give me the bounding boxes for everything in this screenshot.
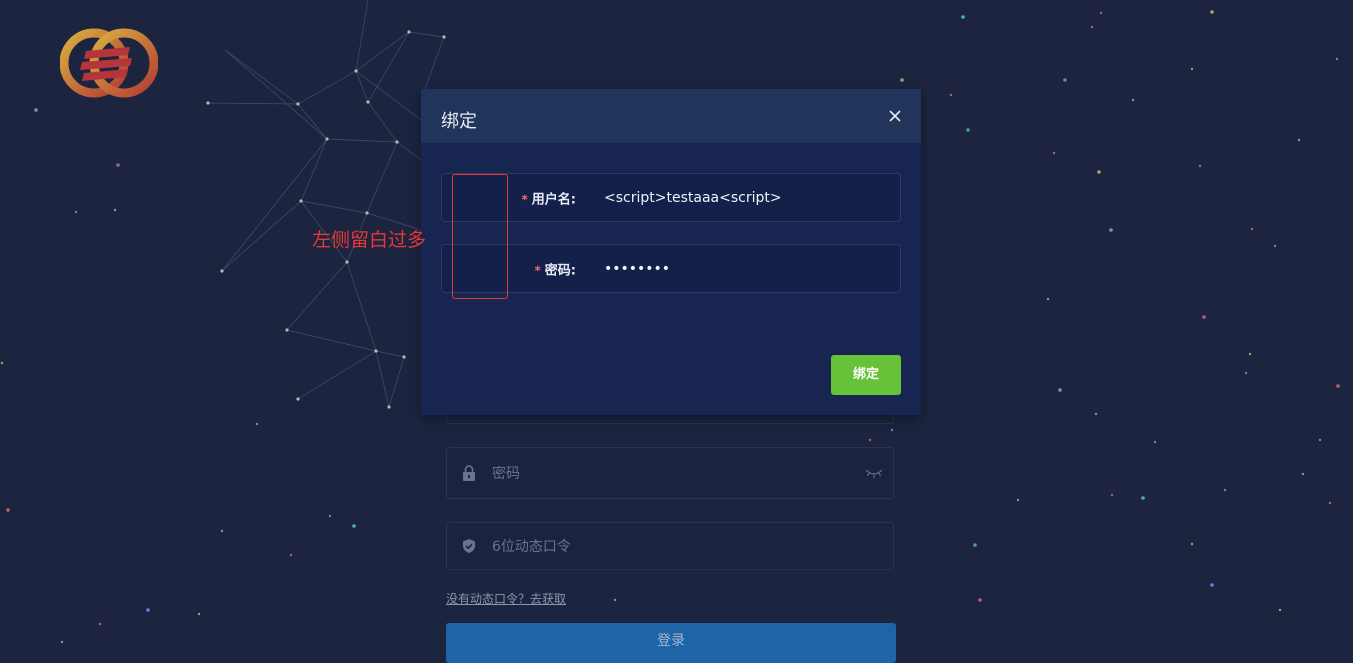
network-node xyxy=(220,269,224,273)
network-node xyxy=(387,405,391,409)
network-node xyxy=(366,100,370,104)
dialog-title: 绑定 xyxy=(441,111,477,132)
network-node xyxy=(299,199,303,203)
star xyxy=(1016,498,1020,502)
shield-check-icon xyxy=(463,539,475,553)
network-node xyxy=(407,30,411,34)
star xyxy=(1202,315,1206,319)
username-label-text: 用户名: xyxy=(531,192,576,207)
password-value[interactable]: •••••••• xyxy=(604,261,670,277)
star xyxy=(1297,138,1301,142)
company-logo xyxy=(60,28,158,98)
bind-button[interactable]: 绑定 xyxy=(831,355,901,395)
star xyxy=(1097,170,1101,174)
password-row[interactable]: * 密码: •••••••• xyxy=(441,244,901,293)
star xyxy=(34,108,38,112)
star xyxy=(900,78,904,82)
star xyxy=(1278,608,1282,612)
star xyxy=(1210,583,1214,587)
star xyxy=(1223,488,1227,492)
username-label: * 用户名: xyxy=(522,188,576,207)
close-icon[interactable] xyxy=(887,108,903,124)
star xyxy=(1058,388,1062,392)
network-node xyxy=(285,328,289,332)
network-node xyxy=(296,102,300,106)
login-button[interactable]: 登录 xyxy=(446,623,896,663)
star xyxy=(197,612,201,616)
required-mark: * xyxy=(534,263,541,277)
star xyxy=(116,163,120,167)
star xyxy=(1110,493,1114,497)
star xyxy=(1335,57,1339,61)
annotation-box xyxy=(452,174,508,299)
star xyxy=(1052,151,1056,155)
network-node xyxy=(442,35,446,39)
star xyxy=(6,508,10,512)
login-password-field[interactable]: 密码 xyxy=(446,447,894,499)
star xyxy=(1046,297,1050,301)
star xyxy=(973,543,977,547)
star xyxy=(1190,542,1194,546)
network-node xyxy=(206,101,210,105)
star xyxy=(289,553,293,557)
star xyxy=(949,93,953,97)
star xyxy=(1198,164,1202,168)
network-node xyxy=(402,355,406,359)
star xyxy=(1131,98,1135,102)
star xyxy=(1190,67,1194,71)
star xyxy=(890,428,894,432)
network-node xyxy=(365,211,369,215)
password-placeholder: 密码 xyxy=(492,466,520,482)
star xyxy=(1273,244,1277,248)
network-node xyxy=(296,397,300,401)
star xyxy=(1318,438,1322,442)
get-otp-link[interactable]: 没有动态口令？去获取 xyxy=(446,590,566,607)
star xyxy=(1153,440,1157,444)
star xyxy=(98,622,102,626)
network-node xyxy=(354,69,358,73)
star xyxy=(978,598,982,602)
star xyxy=(0,361,4,365)
star xyxy=(1250,227,1254,231)
star xyxy=(328,514,332,518)
otp-placeholder: 6位动态口令 xyxy=(492,539,571,555)
star xyxy=(1063,78,1067,82)
lock-icon xyxy=(463,465,475,481)
network-node xyxy=(345,260,349,264)
star xyxy=(1244,371,1248,375)
otp-field[interactable]: 6位动态口令 xyxy=(446,522,894,570)
star xyxy=(1210,10,1214,14)
eye-closed-icon[interactable] xyxy=(865,467,883,479)
network-node xyxy=(374,349,378,353)
star xyxy=(146,608,150,612)
star xyxy=(966,128,970,132)
star xyxy=(1328,501,1332,505)
network-lines xyxy=(207,0,445,408)
star xyxy=(1109,228,1113,232)
star xyxy=(352,524,356,528)
password-label-text: 密码: xyxy=(544,263,576,278)
star xyxy=(220,529,224,533)
username-row[interactable]: * 用户名: <script>testaaa<script> xyxy=(441,173,901,222)
star xyxy=(113,208,117,212)
star xyxy=(1099,11,1103,15)
star xyxy=(1248,352,1252,356)
star xyxy=(1336,384,1340,388)
star xyxy=(613,598,617,602)
required-mark: * xyxy=(521,192,528,206)
star xyxy=(961,15,965,19)
star xyxy=(1094,412,1098,416)
star xyxy=(255,422,259,426)
network-node xyxy=(325,137,329,141)
network-node xyxy=(395,140,399,144)
dialog-header: 绑定 xyxy=(421,89,921,143)
star xyxy=(74,210,78,214)
password-label: * 密码: xyxy=(535,259,576,278)
star xyxy=(1090,25,1094,29)
star xyxy=(1301,472,1305,476)
username-value[interactable]: <script>testaaa<script> xyxy=(604,190,782,206)
star xyxy=(868,438,872,442)
star xyxy=(1141,496,1145,500)
annotation-text: 左侧留白过多 xyxy=(312,229,427,251)
